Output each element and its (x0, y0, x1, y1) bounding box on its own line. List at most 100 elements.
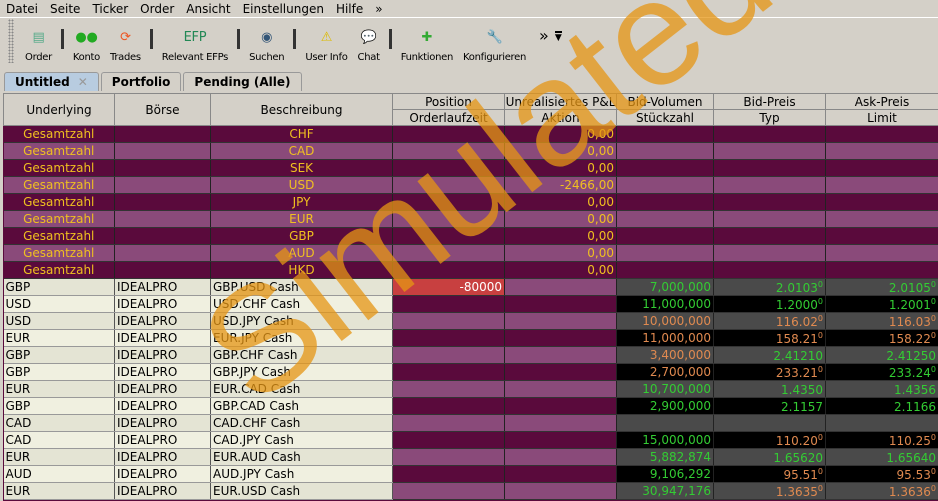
bid-volume-cell[interactable]: 9,106,292 (616, 465, 714, 483)
pnl-cell[interactable] (504, 278, 617, 296)
toolbar-order-button[interactable]: ▤ Order (20, 26, 57, 64)
ask-price-cell[interactable]: 2.41250 (825, 346, 938, 364)
ask-price-cell[interactable]: 2.01050 (825, 278, 938, 296)
col-position[interactable]: Position (392, 93, 505, 110)
table-row[interactable]: GBP IDEALPRO GBP.CAD Cash 2,900,000 2.1157 2.… (3, 397, 938, 415)
underlying-cell[interactable]: GBP (3, 363, 115, 381)
position-cell[interactable] (392, 431, 505, 449)
exchange-cell[interactable]: IDEALPRO (114, 482, 211, 500)
ask-price-cell[interactable]: 1.4356 (825, 380, 938, 398)
exchange-cell[interactable]: IDEALPRO (114, 312, 211, 330)
position-cell[interactable] (392, 363, 505, 381)
menu-ticker[interactable]: Ticker (92, 2, 128, 16)
bid-volume-cell[interactable] (616, 414, 714, 432)
ask-price-cell[interactable]: 2.1166 (825, 397, 938, 415)
bid-volume-cell[interactable]: 11,000,000 (616, 295, 714, 313)
table-row[interactable]: CAD IDEALPRO CAD.JPY Cash 15,000,000 110.200… (3, 431, 938, 449)
table-row[interactable]: EUR IDEALPRO EUR.AUD Cash 5,882,874 1.65620 1… (3, 448, 938, 466)
bid-price-cell[interactable]: 1.4350 (713, 380, 826, 398)
toolbar-user-info-button[interactable]: ⚠ User Info (300, 26, 352, 64)
underlying-cell[interactable]: GBP (3, 346, 115, 364)
exchange-cell[interactable]: IDEALPRO (114, 448, 211, 466)
position-cell[interactable] (392, 448, 505, 466)
bid-volume-cell[interactable]: 2,700,000 (616, 363, 714, 381)
toolbar-konto-button[interactable]: ●● Konto (68, 26, 105, 64)
position-cell[interactable] (392, 380, 505, 398)
toolbar-dropdown-icon[interactable]: ▼ (554, 31, 562, 43)
toolbar-chat-button[interactable]: 💬 Chat (353, 26, 385, 64)
table-row[interactable]: EUR IDEALPRO EUR.CAD Cash 10,700,000 1.4350 1… (3, 380, 938, 398)
underlying-cell[interactable]: EUR (3, 380, 115, 398)
pnl-cell[interactable] (504, 363, 617, 381)
table-row[interactable]: EUR IDEALPRO EUR.JPY Cash 11,000,000 158.210… (3, 329, 938, 347)
bid-volume-cell[interactable]: 7,000,000 (616, 278, 714, 296)
col-pnl[interactable]: Unrealisiertes P&L (504, 93, 617, 110)
bid-price-cell[interactable]: 95.510 (713, 465, 826, 483)
bid-price-cell[interactable]: 1.65620 (713, 448, 826, 466)
exchange-cell[interactable]: IDEALPRO (114, 397, 211, 415)
table-row[interactable]: AUD IDEALPRO AUD.JPY Cash 9,106,292 95.510 95… (3, 465, 938, 483)
ask-price-cell[interactable]: 116.030 (825, 312, 938, 330)
position-cell[interactable]: -80000 (392, 278, 505, 296)
bid-volume-cell[interactable]: 2,900,000 (616, 397, 714, 415)
position-cell[interactable] (392, 482, 505, 500)
toolbar-suchen-button[interactable]: ◉ Suchen (244, 26, 289, 64)
pnl-cell[interactable] (504, 414, 617, 432)
exchange-cell[interactable]: IDEALPRO (114, 363, 211, 381)
bid-volume-cell[interactable]: 30,947,176 (616, 482, 714, 500)
exchange-cell[interactable]: IDEALPRO (114, 329, 211, 347)
underlying-cell[interactable]: GBP (3, 278, 115, 296)
toolbar-konfigurieren-button[interactable]: 🔧 Konfigurieren (458, 26, 531, 64)
col-limit[interactable]: Limit (825, 109, 938, 126)
pnl-cell[interactable] (504, 431, 617, 449)
underlying-cell[interactable]: EUR (3, 448, 115, 466)
toolbar-funktionen-button[interactable]: ✚ Funktionen (396, 26, 458, 64)
description-cell[interactable]: CAD.CHF Cash (210, 414, 393, 432)
col-typ[interactable]: Typ (713, 109, 826, 126)
tab-untitled[interactable]: Untitled ✕ (4, 72, 99, 91)
tab-pending-alle-[interactable]: Pending (Alle) (183, 72, 302, 91)
underlying-cell[interactable]: EUR (3, 329, 115, 347)
underlying-cell[interactable]: CAD (3, 414, 115, 432)
position-cell[interactable] (392, 414, 505, 432)
col-orderlaufzeit[interactable]: Orderlaufzeit (392, 109, 505, 126)
underlying-cell[interactable]: USD (3, 295, 115, 313)
exchange-cell[interactable]: IDEALPRO (114, 346, 211, 364)
col-bidvol[interactable]: Bid-Volumen (616, 93, 714, 110)
ask-price-cell[interactable]: 1.65640 (825, 448, 938, 466)
description-cell[interactable]: EUR.JPY Cash (210, 329, 393, 347)
underlying-cell[interactable]: GBP (3, 397, 115, 415)
pnl-cell[interactable] (504, 346, 617, 364)
pnl-cell[interactable] (504, 295, 617, 313)
table-row[interactable]: GBP IDEALPRO GBP.CHF Cash 3,400,000 2.41210 2… (3, 346, 938, 364)
exchange-cell[interactable]: IDEALPRO (114, 380, 211, 398)
underlying-cell[interactable]: USD (3, 312, 115, 330)
table-row[interactable]: USD IDEALPRO USD.CHF Cash 11,000,000 1.20000… (3, 295, 938, 313)
table-row[interactable]: EUR IDEALPRO EUR.USD Cash 30,947,176 1.36350… (3, 482, 938, 500)
toolbar-relevant-efps-button[interactable]: EFP Relevant EFPs (157, 26, 233, 64)
menu-seite[interactable]: Seite (50, 2, 80, 16)
description-cell[interactable]: GBP.USD Cash (210, 278, 393, 296)
col-stueckzahl[interactable]: Stückzahl (616, 109, 714, 126)
pnl-cell[interactable] (504, 465, 617, 483)
pnl-cell[interactable] (504, 380, 617, 398)
ask-price-cell[interactable]: 110.250 (825, 431, 938, 449)
exchange-cell[interactable]: IDEALPRO (114, 431, 211, 449)
close-icon[interactable]: ✕ (78, 75, 88, 89)
toolbar-grip[interactable] (8, 18, 14, 63)
col-underlying[interactable]: Underlying (3, 93, 115, 126)
position-cell[interactable] (392, 397, 505, 415)
table-row[interactable]: GBP IDEALPRO GBP.JPY Cash 2,700,000 233.210 2… (3, 363, 938, 381)
col-ask[interactable]: Ask-Preis (825, 93, 938, 110)
bid-price-cell[interactable]: 116.020 (713, 312, 826, 330)
table-row[interactable]: USD IDEALPRO USD.JPY Cash 10,000,000 116.020… (3, 312, 938, 330)
col-bid[interactable]: Bid-Preis (713, 93, 826, 110)
description-cell[interactable]: EUR.USD Cash (210, 482, 393, 500)
bid-volume-cell[interactable]: 10,700,000 (616, 380, 714, 398)
bid-price-cell[interactable]: 1.20000 (713, 295, 826, 313)
menu-einstellungen[interactable]: Einstellungen (243, 2, 324, 16)
table-row[interactable]: CAD IDEALPRO CAD.CHF Cash (3, 414, 938, 432)
col-boerse[interactable]: Börse (114, 93, 211, 126)
bid-volume-cell[interactable]: 10,000,000 (616, 312, 714, 330)
bid-price-cell[interactable]: 2.1157 (713, 397, 826, 415)
